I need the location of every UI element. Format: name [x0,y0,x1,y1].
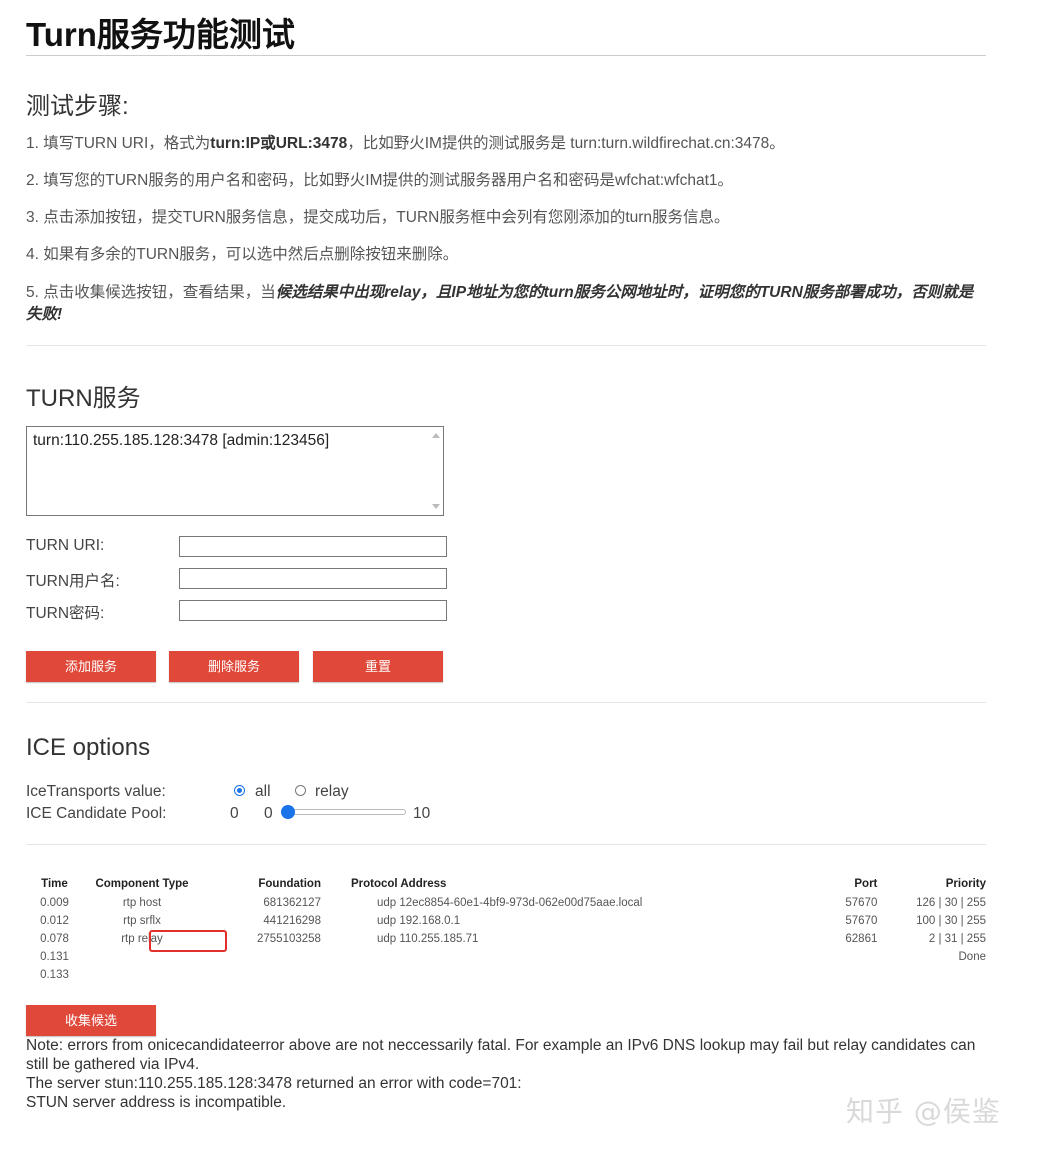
table-row: 0.009 rtp host 681362127 udp 12ec8854-60… [26,894,986,912]
col-protocol: Protocol Address [350,878,447,890]
gather-candidates-button[interactable]: 收集候选 [26,1005,156,1036]
note-line-3: STUN server address is incompatible. [26,1094,287,1111]
cell-port [820,966,877,984]
section-divider [26,844,986,845]
radio-relay-label[interactable]: relay [315,783,349,801]
cell-time: 0.012 [40,915,69,927]
col-component: Component Type [95,878,189,890]
turn-user-label: TURN用户名: [26,573,120,590]
cell-port [820,948,877,966]
ice-heading: ICE options [26,734,151,761]
ice-pool-slider[interactable] [281,809,406,815]
list-scrollbar[interactable] [429,427,443,515]
watermark-text: 知乎 @侯鉴 [846,1095,1001,1128]
ice-transports-label: IceTransports value: [26,783,166,800]
page-title: Turn服务功能测试 [26,16,295,53]
cell-component: rtp srflx [123,915,161,927]
note-line-1: Note: errors from onicecandidateerror ab… [26,1037,976,1073]
radio-all[interactable] [234,785,245,796]
cell-port: 62861 [845,933,878,945]
step-3: 3. 点击添加按钮，提交TURN服务信息，提交成功后，TURN服务框中会列有您刚… [26,209,730,226]
relay-highlight-box [149,930,227,952]
col-time: Time [41,878,68,890]
cell-protocol: udp 192.168.0.1 [376,915,461,927]
col-priority: Priority [945,878,986,890]
slider-min-label: 0 [264,805,273,822]
section-divider [26,345,986,346]
cell-protocol: udp 12ec8854-60e1-4bf9-973d-062e00d75aae… [376,897,643,909]
turn-pass-input[interactable] [179,600,447,621]
radio-relay[interactable] [295,785,306,796]
slider-max-label: 10 [413,805,431,822]
table-header-row: Time Component Type Foundation Protocol … [26,876,986,894]
step-4: 4. 如果有多余的TURN服务，可以选中然后点删除按钮来删除。 [26,246,459,263]
turn-uri-label: TURN URI: [26,537,105,554]
cell-priority: Done [958,951,987,963]
cell-foundation: 441216298 [263,915,321,927]
cell-time: 0.133 [40,969,69,981]
cell-foundation [201,966,321,984]
cell-component: rtp host [122,897,162,909]
ice-pool-label: ICE Candidate Pool: [26,805,167,822]
turn-server-option[interactable]: turn:110.255.185.128:3478 [admin:123456] [33,432,329,450]
title-divider [26,55,986,56]
note-text: Note: errors from onicecandidateerror ab… [26,1036,986,1112]
note-line-2: The server stun:110.255.185.128:3478 ret… [26,1075,522,1092]
table-row: 0.012 rtp srflx 441216298 udp 192.168.0.… [26,912,986,930]
turn-uri-input[interactable] [179,536,447,557]
cell-port: 57670 [845,915,878,927]
col-foundation: Foundation [258,878,321,890]
cell-priority: 126 | 30 | 255 [916,897,986,909]
ice-pool-value: 0 [230,805,239,822]
col-port: Port [854,878,878,890]
step-5: 5. 点击收集候选按钮，查看结果，当候选结果中出现relay，且IP地址为您的t… [26,284,974,323]
scroll-down-icon[interactable] [432,504,440,509]
cell-time: 0.078 [40,933,69,945]
turn-user-input[interactable] [179,568,447,589]
cell-priority [877,966,986,984]
delete-service-button[interactable]: 删除服务 [169,651,299,682]
turn-pass-label: TURN密码: [26,605,105,622]
add-service-button[interactable]: 添加服务 [26,651,156,682]
cell-priority: 2 | 31 | 255 [928,933,986,945]
cell-component [83,966,201,984]
cell-protocol [321,966,820,984]
section-divider [26,702,986,703]
cell-time: 0.131 [40,951,69,963]
cell-port: 57670 [845,897,878,909]
slider-thumb[interactable] [281,805,295,819]
steps-heading: 测试步骤: [26,93,129,120]
step-1: 1. 填写TURN URI，格式为turn:IP或URL:3478，比如野火IM… [26,135,785,152]
radio-all-label[interactable]: all [255,783,271,801]
cell-time: 0.009 [40,897,69,909]
turn-heading: TURN服务 [26,385,141,412]
scroll-up-icon[interactable] [432,433,440,438]
step-2: 2. 填写您的TURN服务的用户名和密码，比如野火IM提供的测试服务器用户名和密… [26,172,734,189]
cell-priority: 100 | 30 | 255 [916,915,986,927]
reset-button[interactable]: 重置 [313,651,443,682]
turn-server-list[interactable]: turn:110.255.185.128:3478 [admin:123456] [26,426,444,516]
cell-foundation: 681362127 [263,897,321,909]
cell-protocol: udp 110.255.185.71 [376,933,479,945]
table-row: 0.133 [26,966,986,984]
cell-protocol [321,948,820,966]
